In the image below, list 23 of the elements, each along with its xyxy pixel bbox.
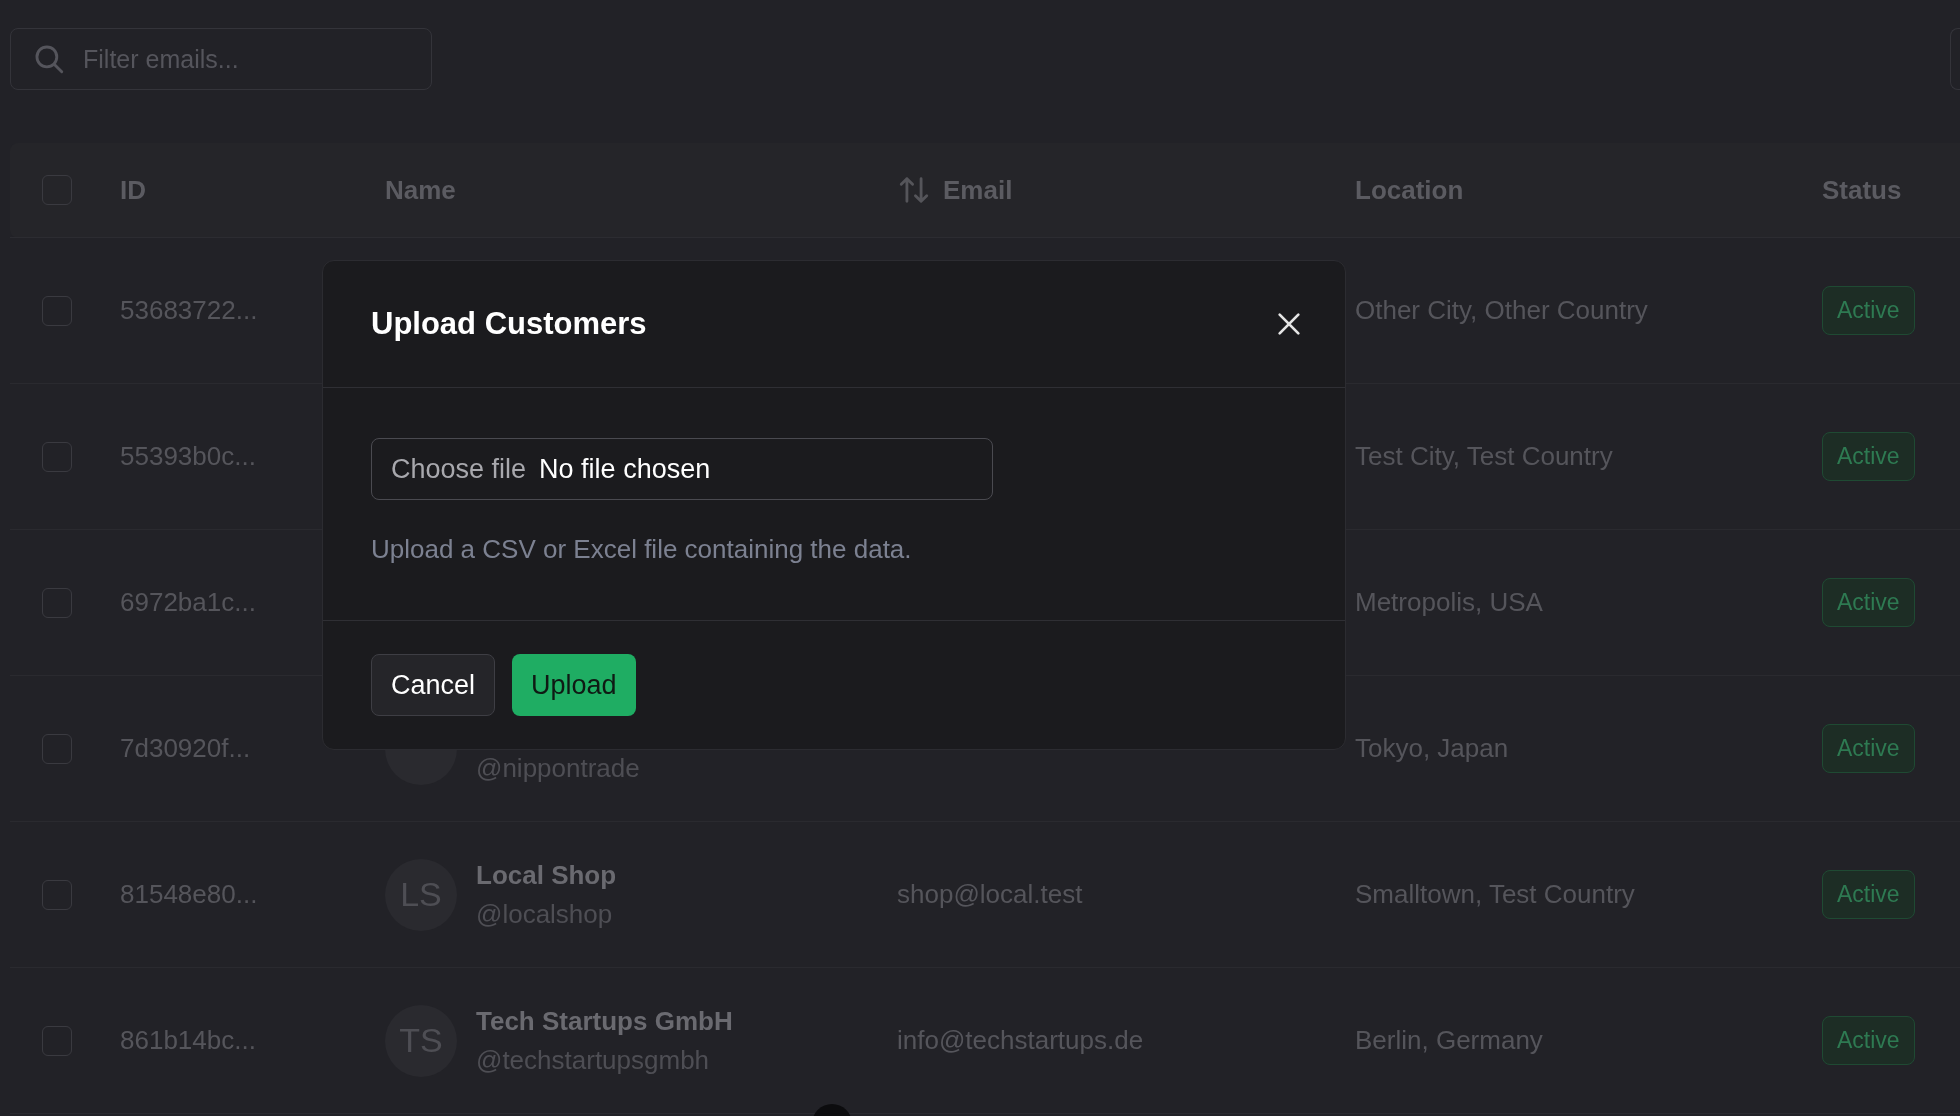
upload-button[interactable]: Upload (512, 654, 636, 716)
customer-name: Tech Startups GmbH (476, 1004, 733, 1038)
dialog-title: Upload Customers (371, 304, 647, 343)
status-badge: Active (1822, 286, 1915, 335)
status-badge: Active (1822, 870, 1915, 919)
checkbox[interactable] (42, 879, 72, 910)
checkbox[interactable] (42, 441, 72, 472)
column-header: Name (385, 173, 456, 207)
checkbox[interactable] (42, 733, 72, 764)
checkbox[interactable] (42, 295, 72, 326)
status-badge: Active (1822, 432, 1915, 481)
help-text: Upload a CSV or Excel file containing the data. (371, 533, 913, 566)
checkbox[interactable] (42, 1025, 72, 1056)
cancel-button[interactable]: Cancel (371, 654, 496, 716)
file-input[interactable]: Choose file No file chosen (371, 438, 993, 500)
status-badge: Active (1822, 1016, 1915, 1065)
checkbox[interactable] (42, 587, 72, 618)
status-badge: Active (1822, 724, 1915, 773)
column-header: Status (1822, 173, 1902, 207)
customer-name: Local Shop (476, 858, 617, 892)
status-badge: Active (1822, 578, 1915, 627)
column-header: ID (120, 173, 146, 207)
column-header: Location (1355, 173, 1464, 207)
